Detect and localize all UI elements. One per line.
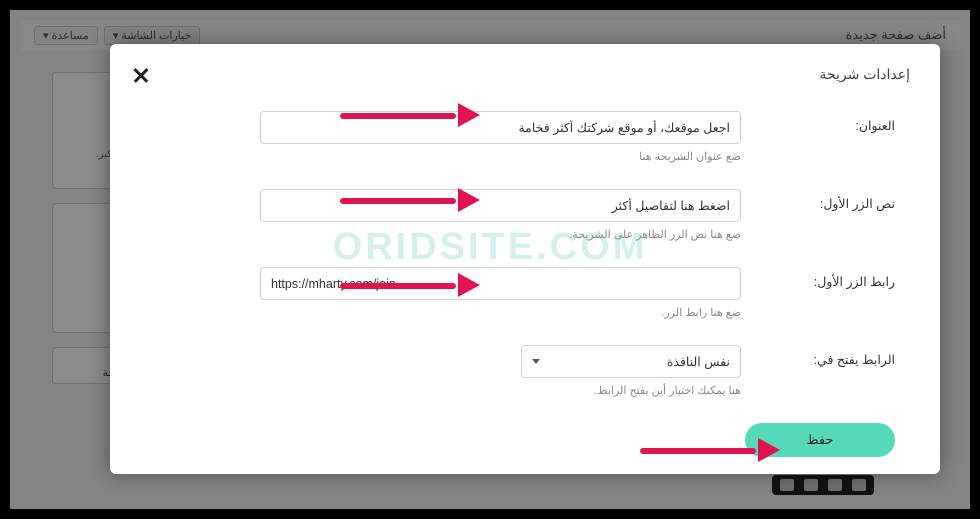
close-icon[interactable]	[130, 64, 152, 86]
btn1-text-input[interactable]	[260, 189, 741, 222]
open-in-select[interactable]: نفس النافذة	[521, 345, 741, 378]
title-input[interactable]	[260, 111, 741, 144]
title-hint: ضع عنوان الشريحة هنا	[260, 150, 741, 163]
slide-settings-modal: إعدادات شريحة {} العنوان: ضع عنوان الشري…	[110, 44, 940, 474]
btn1-text-hint: ضع هنا نص الزر الظاهر على الشريحة.	[260, 228, 741, 241]
open-in-selected: نفس النافذة	[667, 354, 730, 369]
label-open-in: الرابط يفتح في:	[765, 345, 895, 367]
btn1-link-hint: ضع هنا رابط الزر.	[260, 306, 741, 319]
modal-title: إعدادات شريحة	[819, 66, 910, 83]
btn1-link-input[interactable]	[260, 267, 741, 300]
label-btn1-link: رابط الزر الأول:	[765, 267, 895, 289]
label-btn1-text: نص الزر الأول:	[765, 189, 895, 211]
open-in-hint: هنا يمكنك اختيار أين يفتح الرابط.	[260, 384, 741, 397]
label-title: العنوان:	[765, 111, 895, 133]
save-button[interactable]: حفظ	[745, 423, 895, 457]
chevron-down-icon	[532, 359, 540, 364]
